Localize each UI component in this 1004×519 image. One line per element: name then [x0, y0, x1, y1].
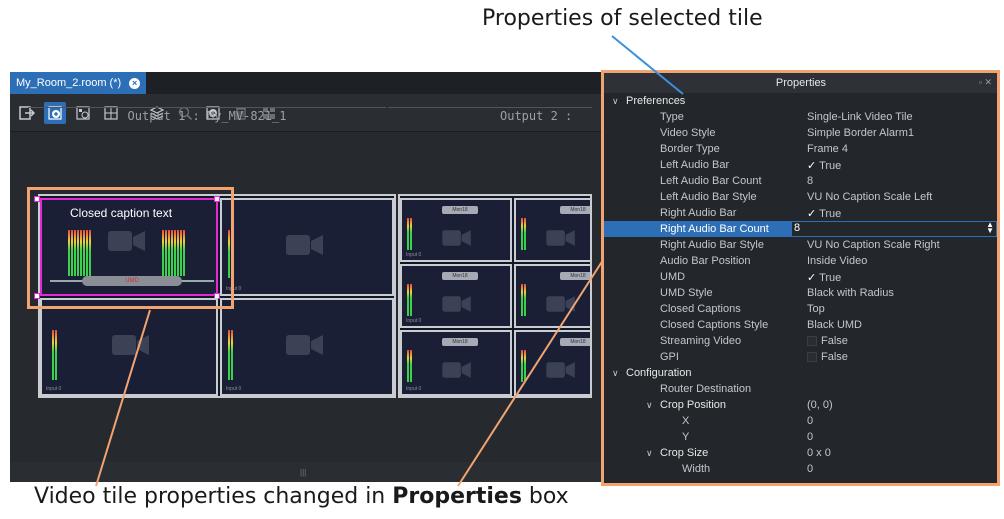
- video-tile[interactable]: Mon18 Input 0: [400, 264, 512, 328]
- callout-bottom-post: box: [521, 484, 569, 509]
- tab-label: My_Room_2.room (*): [16, 77, 122, 89]
- monitor-label: Mon18: [560, 272, 590, 280]
- audio-bar: [228, 330, 233, 380]
- tab-bar: My_Room_2.room (*) ×: [10, 72, 602, 94]
- output-2-title: Output 2 :: [388, 107, 592, 123]
- camera-icon: [286, 332, 324, 366]
- video-tile[interactable]: Mon18 Input 0: [400, 198, 512, 262]
- callout-properties-label: Properties of selected tile: [482, 6, 763, 31]
- horizontal-scrollbar[interactable]: |||: [10, 462, 602, 482]
- video-tile[interactable]: Mon18: [514, 330, 592, 396]
- tile-input-label: Input 0: [406, 318, 422, 324]
- tile-input-label: Input 0: [46, 386, 62, 392]
- audio-bar: [407, 350, 412, 382]
- scrollbar-grip[interactable]: |||: [300, 468, 306, 477]
- tile-input-label: Input 0: [406, 386, 422, 392]
- monitor-label: Mon18: [442, 338, 478, 346]
- video-tile[interactable]: Input 0: [220, 298, 394, 396]
- camera-icon: [286, 232, 324, 266]
- close-icon[interactable]: ×: [129, 77, 141, 89]
- monitor-label: Mon18: [560, 338, 590, 346]
- audio-bar: [407, 218, 412, 250]
- tile-input-label: Input 0: [406, 252, 422, 258]
- camera-icon: [442, 354, 472, 388]
- tab-room-file[interactable]: My_Room_2.room (*) ×: [10, 72, 147, 94]
- audio-bar: [521, 284, 526, 316]
- monitor-label: Mon18: [442, 206, 478, 214]
- audio-bar: [521, 218, 526, 250]
- callout-box-properties: [601, 70, 1000, 486]
- monitor-label: Mon18: [560, 206, 590, 214]
- callout-box-tile: [27, 187, 234, 309]
- callout-bottom-label: Video tile properties changed in Propert…: [34, 484, 569, 509]
- callout-bottom-bold: Properties: [392, 484, 522, 509]
- documentation-figure: Properties of selected tile My_Room_2.ro…: [0, 0, 1004, 519]
- camera-icon: [546, 354, 576, 388]
- video-tile[interactable]: Input 0: [40, 298, 218, 396]
- tile-input-label: Input 0: [226, 386, 242, 392]
- camera-icon: [442, 288, 472, 322]
- camera-icon: [112, 332, 150, 366]
- audio-bar: [407, 284, 412, 316]
- audio-bar: [52, 330, 57, 380]
- video-tile[interactable]: Mon18: [514, 198, 592, 262]
- video-tile[interactable]: Mon18 Input 0: [400, 330, 512, 396]
- camera-icon: [442, 222, 472, 256]
- audio-bar: [521, 350, 526, 382]
- camera-icon: [546, 222, 576, 256]
- video-tile[interactable]: Input 0: [220, 198, 394, 296]
- monitor-label: Mon18: [442, 272, 478, 280]
- output-1-title: Output 1 : My_MV-821_1: [28, 107, 386, 123]
- callout-bottom-pre: Video tile properties changed in: [34, 484, 393, 509]
- camera-icon: [546, 288, 576, 322]
- video-tile[interactable]: Mon18: [514, 264, 592, 328]
